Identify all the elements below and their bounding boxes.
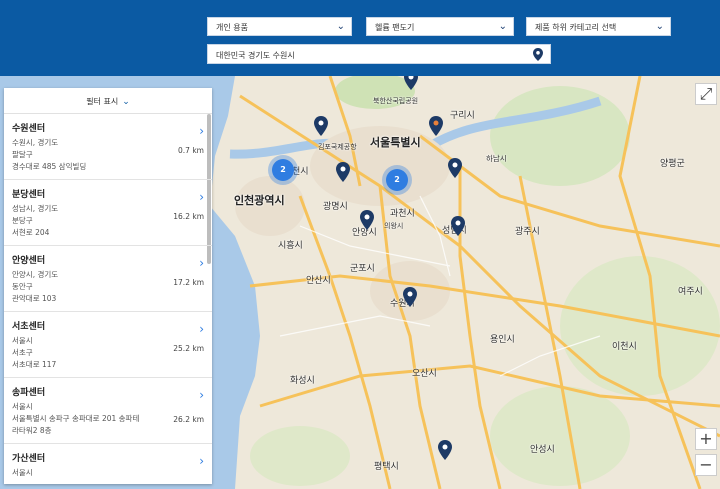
product-select[interactable]: 헬륨 팬도기 ⌄	[366, 17, 514, 36]
location-marker-icon[interactable]	[448, 158, 462, 178]
map-label: 양평군	[660, 159, 685, 169]
map-label: 오산시	[412, 369, 437, 379]
zoom-out-button[interactable]: −	[695, 454, 717, 476]
location-marker-icon[interactable]	[360, 210, 374, 230]
map-label: 시흥시	[278, 241, 303, 251]
chevron-down-icon: ⌄	[336, 21, 345, 32]
map-label: 평택시	[374, 462, 399, 472]
map-label: 구리시	[450, 111, 475, 121]
center-name: 분당센터	[12, 190, 46, 200]
subcategory-select[interactable]: 제품 하위 카테고리 선택 ⌄	[526, 17, 671, 36]
filter-label: 필터 표시	[86, 97, 119, 106]
location-marker-icon[interactable]	[336, 162, 350, 182]
location-marker-icon[interactable]	[403, 287, 417, 307]
map-label: 의왕시	[384, 222, 404, 230]
chevron-right-icon[interactable]: ›	[199, 322, 204, 336]
center-address: 관악대로 103	[12, 294, 57, 303]
map-label: 화성시	[290, 376, 315, 386]
center-city: 서울시	[12, 402, 33, 411]
chevron-right-icon[interactable]: ›	[199, 190, 204, 204]
list-item[interactable]: 분당센터 성남시, 경기도 분당구 서현로 204 › 16.2 km	[4, 180, 212, 246]
list-item[interactable]: 송파센터 서울시 서울특별시 송파구 송파대로 201 송파테 라타워2 8층 …	[4, 378, 212, 444]
map-label: 천시	[292, 167, 309, 177]
filter-toggle[interactable]: 필터 표시 ⌄	[4, 88, 212, 114]
location-marker-icon[interactable]	[429, 116, 443, 136]
marker-cluster[interactable]: 2	[272, 159, 294, 181]
center-name: 가산센터	[12, 454, 46, 464]
category-select-value: 개인 용품	[216, 23, 248, 32]
location-pin-icon[interactable]	[533, 48, 543, 61]
map-label: 북한산국립공원	[373, 97, 419, 105]
map-label: 서울특별시	[370, 136, 421, 149]
center-distance: 25.2 km	[173, 344, 204, 353]
location-marker-icon[interactable]	[438, 440, 452, 460]
center-city: 수원시, 경기도	[12, 138, 59, 147]
center-distance: 17.2 km	[173, 278, 204, 287]
chevron-down-icon: ⌄	[498, 21, 507, 32]
map-label: 여주시	[678, 287, 703, 297]
header-bar: 개인 용품 ⌄ 헬륨 팬도기 ⌄ 제품 하위 카테고리 선택 ⌄ 대한민국 경기…	[0, 0, 720, 76]
fullscreen-button[interactable]: ⤢	[695, 83, 717, 105]
subcategory-select-value: 제품 하위 카테고리 선택	[535, 23, 617, 32]
product-select-value: 헬륨 팬도기	[375, 23, 415, 32]
location-input[interactable]: 대한민국 경기도 수원시	[207, 44, 551, 64]
center-name: 수원센터	[12, 124, 46, 134]
center-name: 송파센터	[12, 388, 46, 398]
location-marker-icon[interactable]	[404, 76, 418, 90]
map-label: 이천시	[612, 342, 637, 352]
location-marker-icon[interactable]	[451, 216, 465, 236]
marker-cluster[interactable]: 2	[386, 169, 408, 191]
center-district: 팔달구	[12, 150, 33, 159]
chevron-down-icon: ⌄	[655, 21, 664, 32]
center-distance: 26.2 km	[173, 415, 204, 424]
map-label: 김포국제공항	[318, 143, 357, 151]
chevron-right-icon[interactable]: ›	[199, 124, 204, 138]
center-address: 서현로 204	[12, 228, 50, 237]
center-distance: 16.2 km	[173, 212, 204, 221]
center-name: 안양센터	[12, 256, 46, 266]
list-item[interactable]: 안양센터 안양시, 경기도 동안구 관악대로 103 › 17.2 km	[4, 246, 212, 312]
list-item[interactable]: 수원센터 수원시, 경기도 팔달구 경수대로 485 삼익빌딩 › 0.7 km	[4, 114, 212, 180]
center-address: 서초대로 117	[12, 360, 57, 369]
center-city: 서울시	[12, 468, 33, 477]
list-item[interactable]: 서초센터 서울시 서초구 서초대로 117 › 25.2 km	[4, 312, 212, 378]
map-label: 과천시	[390, 209, 415, 219]
center-name: 서초센터	[12, 322, 46, 332]
map-label: 인천광역시	[234, 194, 285, 207]
map-label: 안산시	[306, 276, 331, 286]
category-select[interactable]: 개인 용품 ⌄	[207, 17, 352, 36]
chevron-right-icon[interactable]: ›	[199, 388, 204, 402]
map-label: 안성시	[530, 445, 555, 455]
map-label: 광명시	[323, 202, 348, 212]
map-label: 용인시	[490, 335, 515, 345]
chevron-down-icon: ⌄	[122, 97, 130, 107]
map-label: 광주시	[515, 227, 540, 237]
list-item[interactable]: 가산센터 서울시 ›	[4, 444, 212, 484]
center-address-cont: 라타워2 8층	[12, 426, 52, 435]
center-address: 경수대로 485 삼익빌딩	[12, 162, 87, 171]
chevron-right-icon[interactable]: ›	[199, 256, 204, 270]
center-distance: 0.7 km	[178, 146, 204, 155]
location-input-value: 대한민국 경기도 수원시	[216, 51, 295, 60]
chevron-right-icon[interactable]: ›	[199, 454, 204, 468]
store-list-panel: 필터 표시 ⌄ 수원센터 수원시, 경기도 팔달구 경수대로 485 삼익빌딩 ›…	[4, 88, 212, 484]
map-label: 하남시	[486, 154, 507, 163]
zoom-in-button[interactable]: +	[695, 428, 717, 450]
map-label: 군포시	[350, 264, 375, 274]
location-marker-icon[interactable]	[314, 116, 328, 136]
